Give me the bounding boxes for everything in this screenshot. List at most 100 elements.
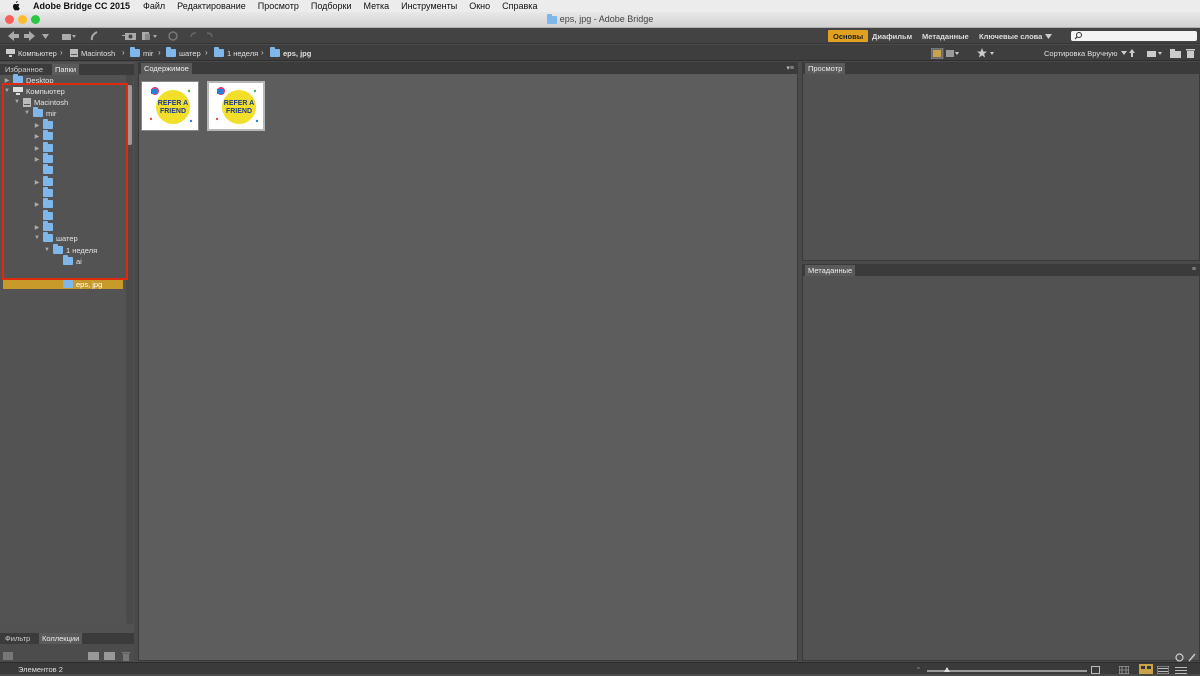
content-tab-bar: Содержимое ▾≡	[139, 63, 797, 74]
preview-tab-bar: Просмотр	[803, 63, 1199, 74]
back-arrow-icon[interactable]	[8, 30, 19, 42]
menu-edit[interactable]: Редактирование	[177, 1, 246, 11]
breadcrumb-computer[interactable]: Компьютер	[6, 48, 57, 58]
grid-lock-icon[interactable]	[1119, 664, 1129, 676]
folder-icon	[130, 47, 140, 57]
delete-collection-icon[interactable]	[122, 650, 130, 662]
breadcrumb-label: eps, jpg	[283, 48, 312, 58]
path-bar: Компьютер › Macintosh › mir › шатер › 1 …	[0, 45, 1200, 61]
zoom-out-icon[interactable]: ▫	[917, 665, 919, 672]
breadcrumb-separator-icon: ›	[158, 48, 161, 57]
search-icon	[1074, 31, 1083, 43]
new-collection-icon[interactable]	[88, 650, 99, 662]
breadcrumb-eps-jpg[interactable]: eps, jpg	[270, 47, 312, 58]
folder-icon	[166, 47, 176, 57]
svg-text:REFER A: REFER A	[158, 100, 188, 107]
view-thumbnails-icon[interactable]	[1139, 663, 1153, 675]
breadcrumb-label: mir	[143, 48, 154, 58]
window-title-text: eps, jpg - Adobe Bridge	[559, 14, 654, 24]
breadcrumb-label: Macintosh	[81, 48, 116, 58]
breadcrumb-mir[interactable]: mir	[130, 47, 154, 58]
tree-item-label: eps, jpg	[76, 279, 103, 289]
menu-window[interactable]: Окно	[469, 1, 490, 11]
star-filter-icon[interactable]	[977, 47, 997, 59]
slider-handle[interactable]	[944, 667, 950, 672]
app-name[interactable]: Adobe Bridge CC 2015	[33, 1, 130, 11]
menu-help[interactable]: Справка	[502, 1, 537, 11]
workspace-menu-icon[interactable]	[1045, 30, 1052, 42]
breadcrumb-label: 1 неделя	[227, 48, 259, 58]
refine-icon[interactable]	[142, 30, 158, 42]
zoom-in-icon[interactable]	[1091, 664, 1100, 676]
refer-friend-image: REFER A FRIEND	[149, 87, 193, 124]
tab-metadata[interactable]: Метаданные	[805, 265, 856, 276]
new-folder-icon[interactable]	[1170, 47, 1182, 59]
filter-collections-panel: Фильтр Коллекции	[0, 633, 134, 661]
breadcrumb-shater[interactable]: шатер	[166, 47, 201, 58]
sort-dropdown[interactable]: Сортировка Вручную	[1044, 48, 1127, 58]
panel-menu-icon[interactable]: ▾≡	[786, 64, 794, 72]
camera-import-icon[interactable]	[122, 30, 136, 42]
breadcrumb-separator-icon: ›	[60, 48, 63, 57]
thumbnail-quality-icon[interactable]	[931, 47, 959, 59]
breadcrumb-separator-icon: ›	[205, 48, 208, 57]
history-dropdown-icon[interactable]	[42, 30, 49, 42]
thumbnail-item[interactable]: REFER A FRIEND	[141, 81, 199, 131]
menu-tools[interactable]: Инструменты	[401, 1, 457, 11]
breadcrumb-label: шатер	[179, 48, 201, 58]
content-panel: Содержимое ▾≡ REFER A FRIEND REFER A FRI…	[138, 62, 798, 661]
workspace-metadata-tab[interactable]: Метаданные	[922, 30, 969, 42]
view-details-icon[interactable]	[1157, 664, 1169, 676]
workspace-basic-tab[interactable]: Основы	[828, 30, 869, 42]
menu-file[interactable]: Файл	[143, 1, 165, 11]
toolbar: Основы Диафильм Метаданные Ключевые слов…	[0, 28, 1200, 44]
sort-label: Сортировка Вручную	[1044, 48, 1118, 58]
tree-item-eps-jpg[interactable]: eps, jpg	[54, 278, 103, 289]
menu-view[interactable]: Просмотр	[258, 1, 299, 11]
folder-icon	[214, 47, 224, 57]
new-smart-collection-icon[interactable]	[104, 650, 115, 662]
folder-icon	[270, 47, 280, 57]
tab-content[interactable]: Содержимое	[141, 63, 192, 74]
bottom-tab-bar: Фильтр Коллекции	[0, 633, 134, 644]
refer-friend-image: REFER A FRIEND	[215, 87, 259, 124]
window-title: eps, jpg - Adobe Bridge	[0, 14, 1200, 24]
go-parent-icon[interactable]	[62, 30, 76, 42]
apple-icon[interactable]	[11, 1, 25, 11]
search-input[interactable]	[1071, 31, 1197, 41]
menu-bar: Adobe Bridge CC 2015 Файл Редактирование…	[0, 0, 1200, 12]
tab-filter[interactable]: Фильтр	[2, 633, 33, 644]
rotate-right-icon[interactable]	[204, 30, 214, 42]
annotation-highlight-box	[2, 83, 128, 280]
svg-text:FRIEND: FRIEND	[226, 108, 252, 115]
menu-label[interactable]: Метка	[364, 1, 390, 11]
thumbnail-size-slider[interactable]	[927, 667, 1087, 672]
tab-favorites[interactable]: Избранное	[2, 64, 46, 75]
svg-text:REFER A: REFER A	[224, 100, 254, 107]
forward-arrow-icon[interactable]	[24, 30, 35, 42]
breadcrumb-week[interactable]: 1 неделя	[214, 47, 259, 58]
breadcrumb-macintosh[interactable]: Macintosh	[70, 48, 115, 58]
panel-menu-icon[interactable]: ≡	[1192, 266, 1196, 273]
panel-options-icon[interactable]	[3, 650, 13, 662]
workspace-keywords-tab[interactable]: Ключевые слова	[979, 30, 1042, 42]
reveal-recent-icon[interactable]	[90, 30, 99, 42]
view-list-icon[interactable]	[1175, 664, 1187, 676]
preview-panel: Просмотр	[802, 62, 1200, 261]
workspace-filmstrip-tab[interactable]: Диафильм	[872, 30, 912, 42]
sort-direction-icon[interactable]	[1128, 47, 1136, 59]
rotate-left-icon[interactable]	[189, 30, 199, 42]
photoshop-icon[interactable]	[168, 30, 178, 42]
tab-preview[interactable]: Просмотр	[805, 63, 846, 74]
left-tab-bar: Избранное Папки	[0, 64, 134, 75]
menu-stacks[interactable]: Подборки	[311, 1, 352, 11]
metadata-panel: Метаданные ≡	[802, 264, 1200, 662]
folder-icon	[63, 278, 73, 288]
tab-collections[interactable]: Коллекции	[39, 633, 83, 644]
thumbnail-item[interactable]: REFER A FRIEND	[207, 81, 265, 131]
trash-icon[interactable]	[1186, 47, 1195, 59]
breadcrumb-separator-icon: ›	[122, 48, 125, 57]
open-recent-icon[interactable]	[1147, 47, 1163, 59]
breadcrumb-separator-icon: ›	[261, 48, 264, 57]
tab-folders[interactable]: Папки	[52, 64, 80, 75]
